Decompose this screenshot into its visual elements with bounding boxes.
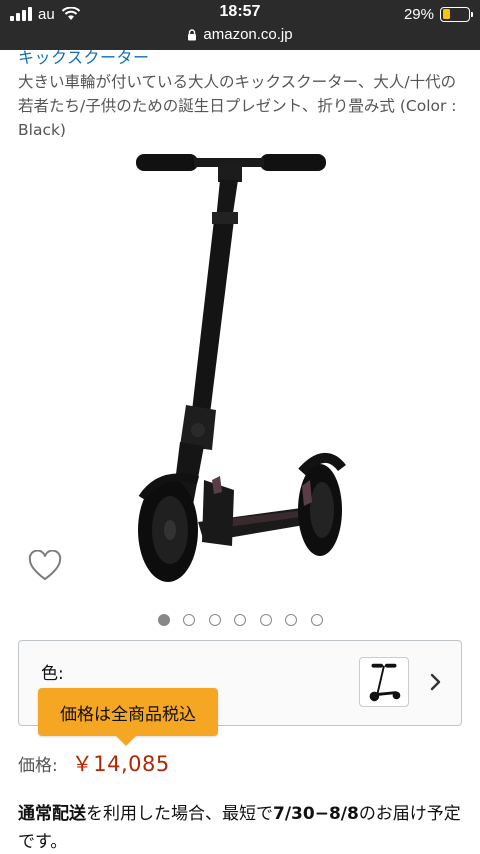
heart-icon[interactable] <box>28 550 62 582</box>
url-text: amazon.co.jp <box>203 26 293 43</box>
brand-link[interactable]: キックスクーター <box>18 44 150 68</box>
delivery-text-1: を利用した場合、最短で <box>86 804 273 824</box>
pagination-dot[interactable] <box>234 614 246 626</box>
pagination-dot[interactable] <box>259 614 272 626</box>
image-pagination <box>0 614 480 626</box>
battery-icon <box>440 6 473 22</box>
delivery-estimate: 通常配送を利用した場合、最短で7/30−8/8のお届け予定です。 <box>18 800 468 854</box>
price-value: ￥14,085 <box>71 752 170 776</box>
pagination-dot[interactable] <box>310 614 323 626</box>
pagination-dot[interactable] <box>285 614 297 626</box>
price-label: 価格: <box>18 756 58 776</box>
battery-percent: 29% <box>403 5 434 23</box>
price-row: 価格: ￥14,085 <box>18 748 170 778</box>
color-label: 色: <box>41 664 64 684</box>
delivery-dates: 7/30−8/8 <box>273 804 359 824</box>
pagination-dot[interactable] <box>208 614 221 626</box>
tax-included-tooltip: 価格は全商品税込 <box>38 688 218 746</box>
lock-icon <box>188 28 197 40</box>
product-title: 大きい車輪が付いている大人のキックスクーター、大人/十代の若者たち/子供のための… <box>18 73 457 139</box>
url-bar[interactable]: amazon.co.jp <box>0 26 480 43</box>
color-swatch-thumbnail[interactable] <box>359 657 409 707</box>
pagination-dot[interactable] <box>183 614 195 626</box>
delivery-method[interactable]: 通常配送 <box>18 804 86 824</box>
status-bar: au 18:57 29% amazon.co.jp <box>0 0 480 50</box>
chevron-right-icon[interactable] <box>429 671 443 693</box>
pagination-dot[interactable] <box>157 614 170 626</box>
product-image[interactable] <box>120 150 360 590</box>
status-right: 29% <box>403 4 473 24</box>
